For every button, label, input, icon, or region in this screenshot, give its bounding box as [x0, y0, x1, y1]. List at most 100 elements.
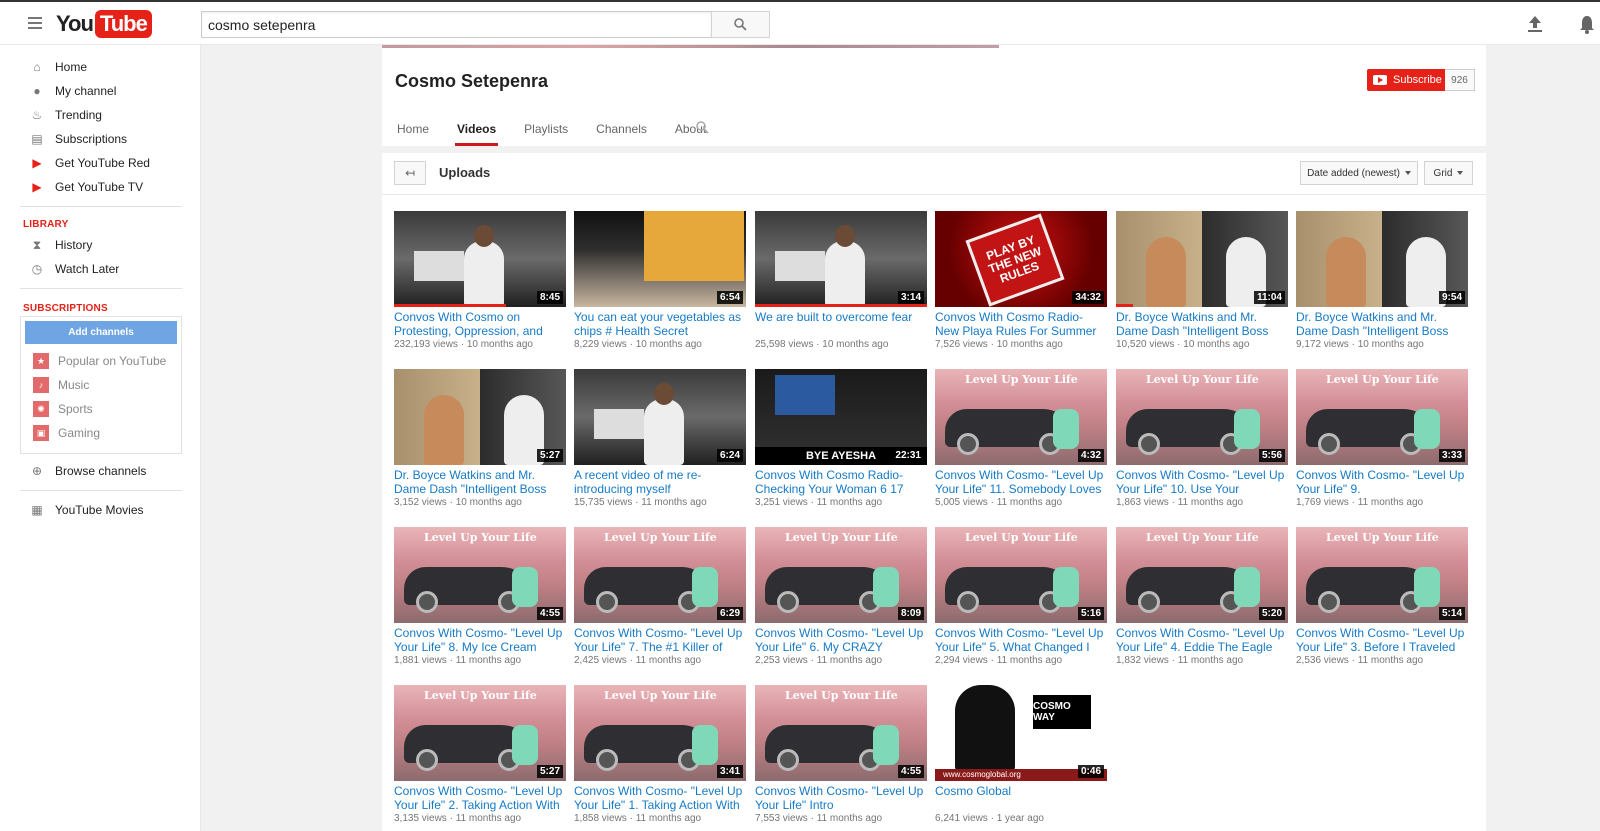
- sort-dropdown[interactable]: Date added (newest): [1300, 161, 1418, 185]
- video-title[interactable]: Convos With Cosmo- "Level Up Your Life" …: [394, 626, 566, 654]
- video-card[interactable]: Level Up Your Life 3:41 Convos With Cosmo-…: [574, 685, 746, 831]
- video-title[interactable]: Convos With Cosmo- "Level Up Your Life" …: [935, 626, 1107, 654]
- sidebar-item-home[interactable]: ⌂ Home: [0, 55, 201, 79]
- view-dropdown[interactable]: Grid: [1424, 161, 1473, 185]
- video-title[interactable]: Cosmo Global: [935, 784, 1107, 812]
- video-card[interactable]: 11:04 Dr. Boyce Watkins and Mr. Dame Dash…: [1116, 211, 1288, 359]
- video-title[interactable]: Convos With Cosmo- "Level Up Your Life" …: [755, 784, 927, 812]
- video-card[interactable]: Level Up Your Life 5:27 Convos With Cosmo-…: [394, 685, 566, 831]
- youtube-logo[interactable]: You Tube: [56, 10, 152, 38]
- tab-channels[interactable]: Channels: [596, 122, 647, 146]
- video-title[interactable]: Convos With Cosmo Radio- New Playa Rules…: [935, 310, 1107, 338]
- video-duration: 5:20: [1258, 607, 1285, 620]
- video-card[interactable]: Level Up Your Life 3:33 Convos With Cosmo-…: [1296, 369, 1468, 517]
- sidebar-item-browse-channels[interactable]: ⊕ Browse channels: [0, 459, 201, 483]
- video-thumbnail[interactable]: Level Up Your Life 3:33: [1296, 369, 1468, 465]
- subscribe-button[interactable]: Subscribe: [1367, 69, 1445, 91]
- video-thumbnail[interactable]: Level Up Your Life 5:20: [1116, 527, 1288, 623]
- search-input[interactable]: [201, 11, 712, 38]
- video-thumbnail[interactable]: 6:54: [574, 211, 746, 307]
- video-thumbnail[interactable]: BYE AYESHA 22:31: [755, 369, 927, 465]
- video-thumbnail[interactable]: 9:54: [1296, 211, 1468, 307]
- video-title[interactable]: Convos With Cosmo- "Level Up Your Life" …: [935, 468, 1107, 496]
- search-button[interactable]: [711, 11, 770, 38]
- back-button[interactable]: ↤: [394, 161, 426, 185]
- sidebar-item-history[interactable]: ⧗ History: [0, 233, 201, 257]
- video-title[interactable]: Convos With Cosmo Radio- Checking Your W…: [755, 468, 927, 496]
- tab-playlists[interactable]: Playlists: [524, 122, 568, 146]
- video-title[interactable]: Dr. Boyce Watkins and Mr. Dame Dash "Int…: [1116, 310, 1288, 338]
- channel-title[interactable]: Cosmo Setepenra: [395, 71, 548, 92]
- video-thumbnail[interactable]: Level Up Your Life 5:14: [1296, 527, 1468, 623]
- video-thumbnail[interactable]: Level Up Your Life 4:55: [394, 527, 566, 623]
- user-icon: ●: [33, 84, 41, 98]
- video-card[interactable]: 6:24 A recent video of me re-introducing …: [574, 369, 746, 517]
- video-title[interactable]: Convos With Cosmo on Protesting, Oppress…: [394, 310, 566, 338]
- subscription-item-sports[interactable]: ✺ Sports: [33, 399, 93, 419]
- video-thumbnail[interactable]: Level Up Your Life 5:27: [394, 685, 566, 781]
- sidebar-item-youtube-tv[interactable]: ▶ Get YouTube TV: [0, 175, 201, 199]
- video-thumbnail[interactable]: 5:27: [394, 369, 566, 465]
- subscription-item-popular[interactable]: ★ Popular on YouTube: [33, 351, 166, 371]
- sidebar-item-my-channel[interactable]: ● My channel: [0, 79, 201, 103]
- video-title[interactable]: You can eat your vegetables as chips # H…: [574, 310, 746, 338]
- sidebar-item-youtube-movies[interactable]: ▦ YouTube Movies: [0, 498, 201, 522]
- menu-icon[interactable]: [28, 17, 42, 29]
- video-card[interactable]: BYE AYESHA 22:31 Convos With Cosmo Radio- …: [755, 369, 927, 517]
- video-thumbnail[interactable]: Level Up Your Life 4:55: [755, 685, 927, 781]
- video-card[interactable]: Level Up Your Life 5:14 Convos With Cosmo-…: [1296, 527, 1468, 675]
- video-card[interactable]: Level Up Your Life 5:20 Convos With Cosmo-…: [1116, 527, 1288, 675]
- video-card[interactable]: Level Up Your Life 4:55 Convos With Cosmo-…: [394, 527, 566, 675]
- sidebar-item-subscriptions[interactable]: ▤ Subscriptions: [0, 127, 201, 151]
- video-thumbnail[interactable]: 8:45: [394, 211, 566, 307]
- sidebar-item-youtube-red[interactable]: ▶ Get YouTube Red: [0, 151, 201, 175]
- video-thumbnail[interactable]: Level Up Your Life 6:29: [574, 527, 746, 623]
- subscription-item-music[interactable]: ♪ Music: [33, 375, 89, 395]
- video-title[interactable]: Convos With Cosmo- "Level Up Your Life" …: [574, 626, 746, 654]
- subscription-item-gaming[interactable]: ▣ Gaming: [33, 423, 100, 443]
- upload-icon[interactable]: [1527, 15, 1543, 33]
- video-title[interactable]: Convos With Cosmo- "Level Up Your Life" …: [1296, 626, 1468, 654]
- video-card[interactable]: 8:45 Convos With Cosmo on Protesting, Opp…: [394, 211, 566, 359]
- video-card[interactable]: Level Up Your Life 5:56 Convos With Cosmo-…: [1116, 369, 1288, 517]
- video-thumbnail[interactable]: COSMO WAY www.cosmoglobal.org 0:46: [935, 685, 1107, 781]
- video-card[interactable]: 9:54 Dr. Boyce Watkins and Mr. Dame Dash …: [1296, 211, 1468, 359]
- video-card[interactable]: 6:54 You can eat your vegetables as chips…: [574, 211, 746, 359]
- video-thumbnail[interactable]: Level Up Your Life 4:32: [935, 369, 1107, 465]
- video-thumbnail[interactable]: Level Up Your Life 8:09: [755, 527, 927, 623]
- bell-icon[interactable]: [1579, 14, 1595, 34]
- video-title[interactable]: Convos With Cosmo- "Level Up Your Life" …: [755, 626, 927, 654]
- video-title[interactable]: A recent video of me re-introducing myse…: [574, 468, 746, 496]
- video-thumbnail[interactable]: Level Up Your Life 3:41: [574, 685, 746, 781]
- video-card[interactable]: COSMO WAY www.cosmoglobal.org 0:46 Cosmo Gl…: [935, 685, 1107, 831]
- video-title[interactable]: Dr. Boyce Watkins and Mr. Dame Dash "Int…: [394, 468, 566, 496]
- video-card[interactable]: Level Up Your Life 8:09 Convos With Cosmo-…: [755, 527, 927, 675]
- video-title[interactable]: Convos With Cosmo- "Level Up Your Life" …: [574, 784, 746, 812]
- video-card[interactable]: Level Up Your Life 6:29 Convos With Cosmo-…: [574, 527, 746, 675]
- video-thumbnail[interactable]: 6:24: [574, 369, 746, 465]
- video-thumbnail[interactable]: Level Up Your Life 5:16: [935, 527, 1107, 623]
- add-channels-button[interactable]: Add channels: [25, 321, 177, 344]
- video-card[interactable]: 3:14 We are built to overcome fear 25,598 …: [755, 211, 927, 359]
- tab-videos[interactable]: Videos: [455, 122, 499, 146]
- video-thumbnail[interactable]: PLAY BY THE NEW RULES 34:32: [935, 211, 1107, 307]
- video-card[interactable]: Level Up Your Life 4:32 Convos With Cosmo-…: [935, 369, 1107, 517]
- video-title[interactable]: Dr. Boyce Watkins and Mr. Dame Dash "Int…: [1296, 310, 1468, 338]
- channel-search-icon[interactable]: [696, 121, 709, 134]
- video-thumbnail[interactable]: 11:04: [1116, 211, 1288, 307]
- sidebar-item-trending[interactable]: ♨ Trending: [0, 103, 201, 127]
- video-card[interactable]: 5:27 Dr. Boyce Watkins and Mr. Dame Dash …: [394, 369, 566, 517]
- video-thumbnail[interactable]: Level Up Your Life 5:56: [1116, 369, 1288, 465]
- video-card[interactable]: PLAY BY THE NEW RULES 34:32 Convos With Co…: [935, 211, 1107, 359]
- sort-label: Date added (newest): [1307, 167, 1400, 179]
- tab-home[interactable]: Home: [397, 122, 429, 146]
- video-card[interactable]: Level Up Your Life 4:55 Convos With Cosmo-…: [755, 685, 927, 831]
- video-title[interactable]: We are built to overcome fear: [755, 310, 927, 338]
- video-title[interactable]: Convos With Cosmo- "Level Up Your Life" …: [1116, 626, 1288, 654]
- video-title[interactable]: Convos With Cosmo- "Level Up Your Life" …: [1116, 468, 1288, 496]
- video-title[interactable]: Convos With Cosmo- "Level Up Your Life" …: [1296, 468, 1468, 496]
- video-thumbnail[interactable]: 3:14: [755, 211, 927, 307]
- video-title[interactable]: Convos With Cosmo- "Level Up Your Life" …: [394, 784, 566, 812]
- video-card[interactable]: Level Up Your Life 5:16 Convos With Cosmo-…: [935, 527, 1107, 675]
- sidebar-item-watch-later[interactable]: ◷ Watch Later: [0, 257, 201, 281]
